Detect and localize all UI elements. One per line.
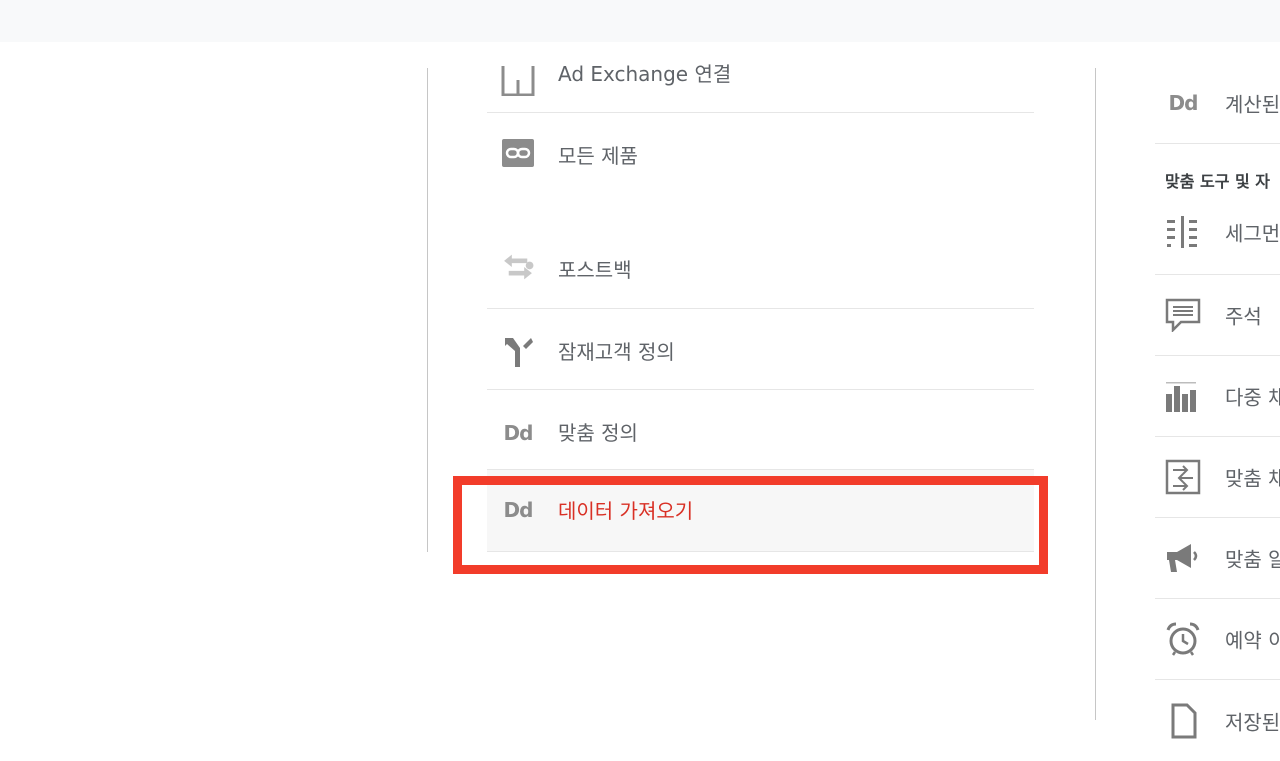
annotation-icon xyxy=(1165,297,1201,333)
menu-item-custom-channel[interactable]: 맞춤 채 xyxy=(1155,437,1280,518)
menu-item-label: 맞춤 정의 xyxy=(558,421,638,445)
menu-item-scheduled-emails[interactable]: 예약 이 xyxy=(1155,599,1280,680)
custom-channel-icon xyxy=(1165,459,1201,495)
link-icon xyxy=(501,136,535,170)
menu-item-data-import[interactable]: Dd 데이터 가져오기 xyxy=(487,470,1034,552)
menu-item-saved-reports[interactable]: 저장된 xyxy=(1155,680,1280,761)
menu-item-label: 맞춤 알 xyxy=(1225,547,1280,572)
menu-item-multi-channel[interactable]: 다중 채 xyxy=(1155,356,1280,437)
menu-item-label: 계산된 xyxy=(1225,92,1280,116)
dd-icon: Dd xyxy=(503,421,534,445)
menu-item-postbacks[interactable]: 포스트백 xyxy=(487,227,1034,309)
menu-item-annotations[interactable]: 주석 xyxy=(1155,275,1280,356)
menu-item-label: 잠재고객 정의 xyxy=(558,340,675,364)
menu-item-label: 주석 xyxy=(1225,304,1262,329)
menu-item-custom-alerts[interactable]: 맞춤 알 xyxy=(1155,518,1280,599)
menu-item-label: 모든 제품 xyxy=(558,144,638,168)
menu-item-custom-definitions[interactable]: Dd 맞춤 정의 xyxy=(487,390,1034,470)
menu-item-ad-exchange-links[interactable]: Ad Exchange 연결 xyxy=(487,42,1034,113)
menu-item-calculated-metrics[interactable]: Dd 계산된 xyxy=(1155,62,1280,144)
section-title-personal-tools: 맞춤 도구 및 자 xyxy=(1165,172,1271,191)
column-divider-left xyxy=(427,68,428,552)
audience-fork-icon xyxy=(501,334,535,368)
menu-item-label: 포스트백 xyxy=(558,258,632,282)
alarm-clock-icon xyxy=(1165,621,1201,657)
megaphone-icon xyxy=(1165,540,1201,576)
dd-icon: Dd xyxy=(1168,90,1199,115)
menu-item-label: 예약 이 xyxy=(1225,628,1280,653)
menu-item-label: 맞춤 채 xyxy=(1225,466,1280,491)
ad-exchange-icon xyxy=(501,62,535,96)
segments-icon xyxy=(1165,214,1201,250)
menu-item-all-products[interactable]: 모든 제품 xyxy=(487,113,1034,193)
multi-channel-icon xyxy=(1165,378,1201,414)
dd-icon: Dd xyxy=(503,498,534,522)
top-bar xyxy=(0,0,1280,42)
menu-item-audience-definitions[interactable]: 잠재고객 정의 xyxy=(487,309,1034,390)
menu-item-label: 다중 채 xyxy=(1225,385,1280,410)
column-divider-right xyxy=(1095,68,1096,720)
document-icon xyxy=(1165,703,1201,739)
menu-item-label: 저장된 xyxy=(1225,710,1280,734)
menu-item-label: Ad Exchange 연결 xyxy=(558,62,732,86)
menu-item-segments[interactable]: 세그먼 xyxy=(1155,194,1280,275)
postback-icon xyxy=(501,250,535,284)
menu-item-label: 데이터 가져오기 xyxy=(558,499,694,523)
menu-item-label: 세그먼 xyxy=(1225,221,1280,246)
